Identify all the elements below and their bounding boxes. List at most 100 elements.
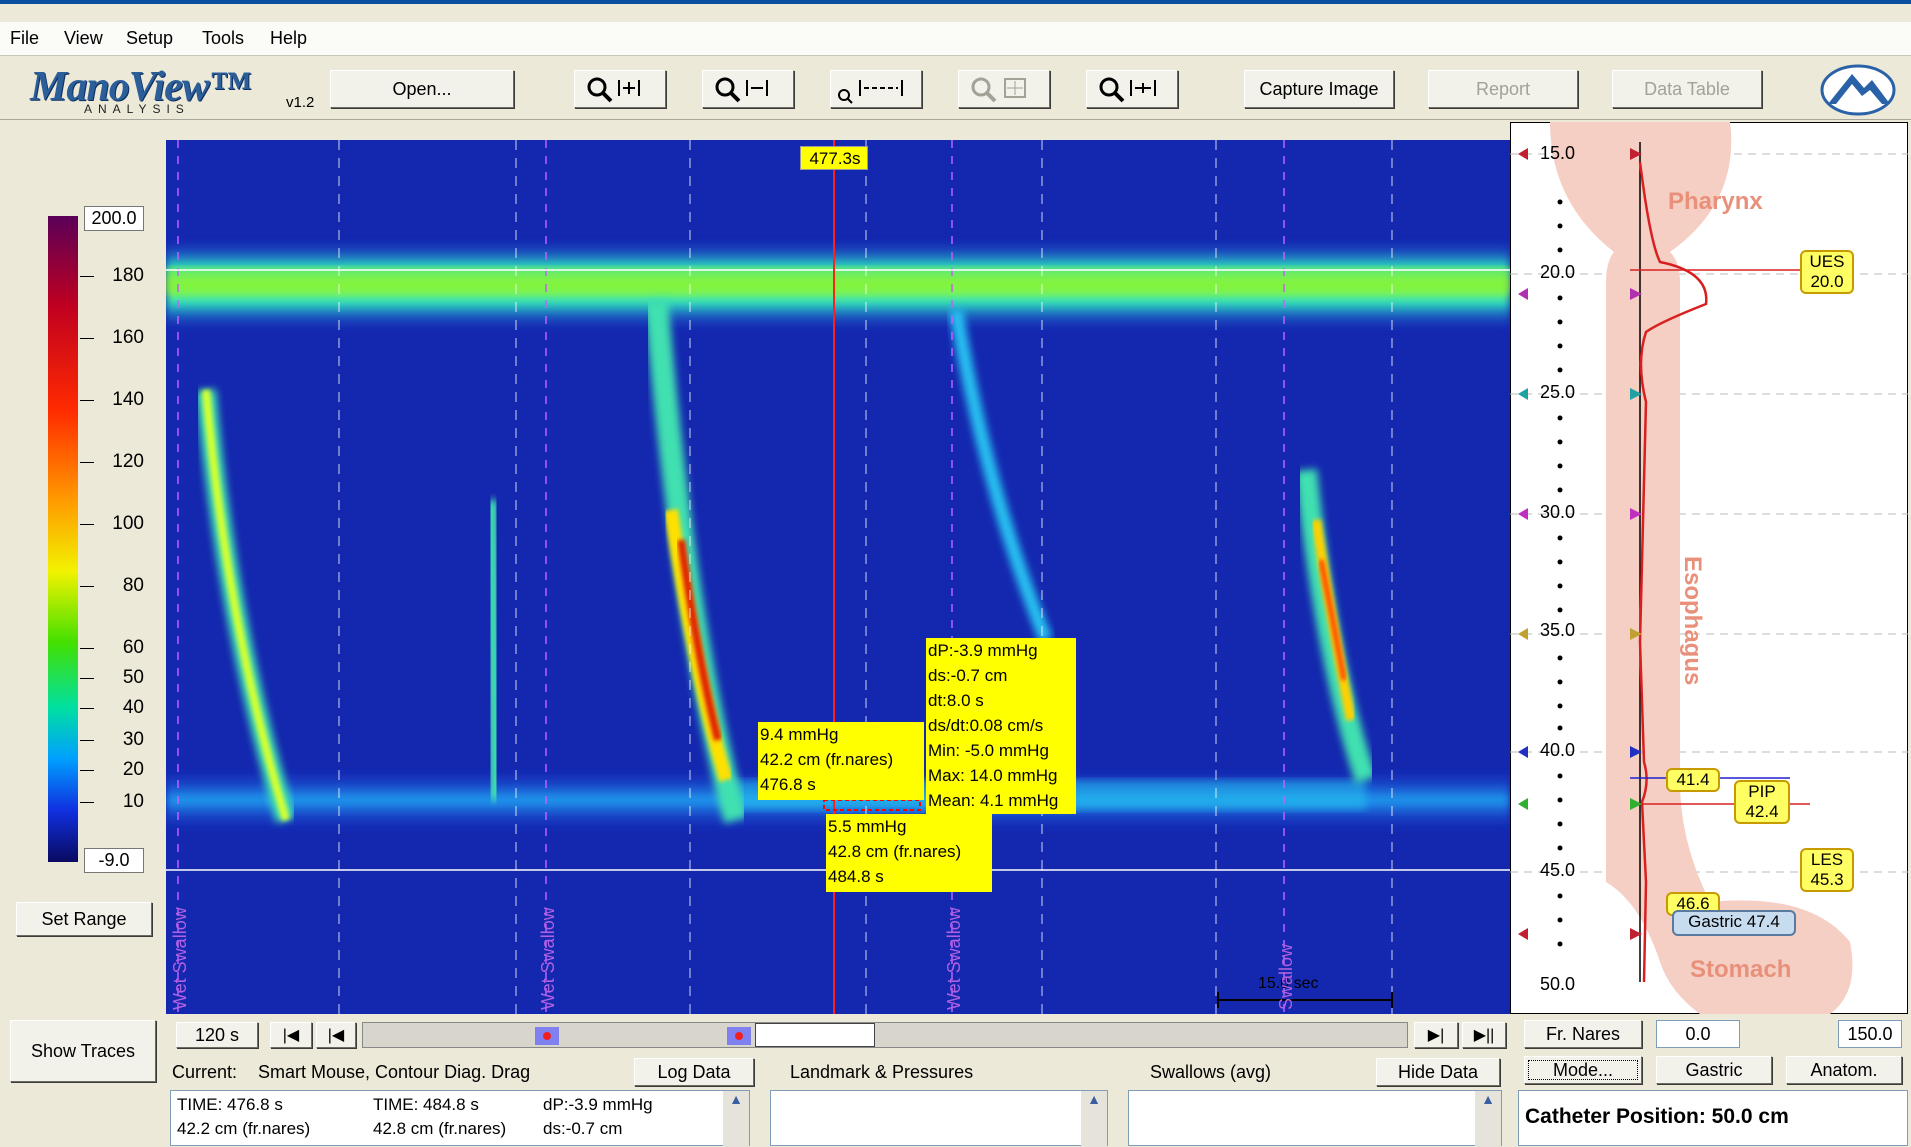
open-button[interactable]: Open...: [330, 70, 514, 108]
menu-file[interactable]: File: [10, 28, 39, 49]
timeline-marker-dot: [543, 1032, 551, 1040]
menu-tools[interactable]: Tools: [202, 28, 244, 49]
hide-data-button[interactable]: Hide Data: [1376, 1058, 1500, 1086]
timeline-marker[interactable]: [535, 1027, 559, 1045]
depth-label: 15.0: [1540, 143, 1576, 163]
colorbar-tick-label: 50: [122, 667, 144, 688]
current-label: Current:: [172, 1062, 238, 1082]
landmark-scrollbar[interactable]: ▲: [1081, 1091, 1107, 1147]
range-max-field[interactable]: 200.0: [84, 206, 144, 231]
log-data-box[interactable]: TIME: 476.8 s TIME: 484.8 s dP:-3.9 mmHg…: [170, 1090, 750, 1147]
colorbar-tick-label: 40: [122, 697, 144, 718]
fr-nares-max-field[interactable]: 150.0: [1838, 1020, 1902, 1048]
step-back-button[interactable]: |◀: [316, 1022, 356, 1048]
cursor-time-label: 477.3s: [800, 146, 868, 170]
stomach-label: Stomach: [1690, 956, 1792, 983]
timeline-marker[interactable]: [727, 1027, 751, 1045]
jump-start-icon: |◀: [282, 1027, 300, 1044]
measurement-start-time: 476.8 s: [760, 775, 816, 794]
measurement-delta-box: dP:-3.9 mmHg ds:-0.7 cm dt:8.0 s ds/dt:0…: [926, 638, 1076, 814]
step-forward-button[interactable]: ▶|: [1414, 1022, 1458, 1048]
fr-nares-button[interactable]: Fr. Nares: [1524, 1020, 1642, 1048]
log-row-ds: ds:-0.7 cm: [543, 1119, 623, 1138]
colorbar-tick-label: 10: [122, 791, 144, 812]
landmark-pressures-label: Landmark & Pressures: [790, 1062, 974, 1082]
play-button[interactable]: ▶||: [1462, 1022, 1506, 1048]
jump-start-button[interactable]: |◀: [270, 1022, 312, 1048]
scroll-up-icon: ▲: [1087, 1091, 1101, 1107]
mode-button[interactable]: Mode...: [1524, 1056, 1642, 1084]
delta-distance: ds:-0.7 cm: [928, 666, 1008, 685]
delta-min: Min: -5.0 mmHg: [928, 741, 1049, 760]
swallows-box[interactable]: ▲: [1128, 1090, 1502, 1147]
log-row-depth-end: 42.8 cm (fr.nares): [373, 1119, 507, 1138]
capture-image-button[interactable]: Capture Image: [1244, 70, 1394, 108]
current-mode: Smart Mouse, Contour Diag. Drag: [258, 1062, 531, 1082]
colorbar-tick-label: 30: [122, 729, 144, 750]
colorbar-tick-label: 80: [122, 575, 144, 596]
swallow-label: Swallow: [1276, 943, 1296, 1010]
swallow-label: Wet Swallow: [170, 907, 190, 1010]
zoom-reset-icon: [1099, 77, 1156, 103]
window-size-button[interactable]: 120 s: [176, 1022, 258, 1048]
delta-pressure: dP:-3.9 mmHg: [928, 641, 1038, 660]
report-button[interactable]: Report: [1428, 70, 1578, 108]
measurement-start-depth: 42.2 cm (fr.nares): [760, 750, 894, 769]
zoom-box-button[interactable]: [958, 70, 1050, 108]
fr-nares-value-field[interactable]: 0.0: [1656, 1020, 1740, 1048]
catheter-position-text: Catheter Position: 50.0 cm: [1525, 1105, 1789, 1128]
colorbar-tick-label: 120: [112, 451, 144, 472]
measurement-start-box: 9.4 mmHg 42.2 cm (fr.nares) 476.8 s: [758, 722, 924, 800]
gastric-tag[interactable]: Gastric 47.4: [1672, 910, 1796, 936]
swallows-scrollbar[interactable]: ▲: [1475, 1091, 1501, 1147]
colorbar-tick-label: 20: [122, 759, 144, 780]
zoom-in-time-icon: [587, 77, 640, 103]
delta-max: Max: 14.0 mmHg: [928, 766, 1058, 785]
range-min-field[interactable]: -9.0: [84, 848, 144, 873]
pip-tag-value: 42.4: [1745, 802, 1779, 821]
gastric-button[interactable]: Gastric: [1656, 1056, 1772, 1084]
log-row-depth-start: 42.2 cm (fr.nares): [177, 1119, 311, 1138]
timeline-scrollbar[interactable]: [362, 1022, 1408, 1048]
pressure-tag-414[interactable]: 41.4: [1666, 768, 1720, 792]
swallow-label: Wet Swallow: [538, 907, 558, 1010]
measurement-end-pressure: 5.5 mmHg: [828, 817, 907, 836]
landmark-pressures-box[interactable]: ▲: [770, 1090, 1108, 1147]
measurement-end-time: 484.8 s: [828, 867, 884, 886]
zoom-in-time-button[interactable]: [574, 70, 666, 108]
pip-tag[interactable]: PIP 42.4: [1734, 780, 1790, 824]
zoom-fit-button[interactable]: [830, 70, 922, 108]
ues-tag[interactable]: UES 20.0: [1800, 250, 1854, 294]
les-tag-label: LES: [1810, 850, 1844, 869]
zoom-out-time-button[interactable]: [702, 70, 794, 108]
les-tag[interactable]: LES 45.3: [1800, 848, 1854, 892]
ues-tag-label: UES: [1809, 252, 1845, 271]
timeline-thumb[interactable]: [755, 1023, 875, 1047]
zoom-reset-button[interactable]: [1086, 70, 1178, 108]
app-logo-subtitle: ANALYSIS: [84, 102, 190, 116]
colorbar-tick-label: 140: [112, 389, 144, 410]
pip-tag-label: PIP: [1748, 782, 1776, 801]
menu-help[interactable]: Help: [270, 28, 307, 49]
measurement-end-depth: 42.8 cm (fr.nares): [828, 842, 962, 861]
log-data-button[interactable]: Log Data: [634, 1058, 754, 1086]
depth-label: 50.0: [1540, 974, 1576, 994]
data-table-button[interactable]: Data Table: [1612, 70, 1762, 108]
anatom-button[interactable]: Anatom.: [1786, 1056, 1902, 1084]
depth-label: 40.0: [1540, 740, 1576, 760]
depth-label: 30.0: [1540, 502, 1576, 522]
show-traces-button[interactable]: Show Traces: [10, 1020, 156, 1082]
measurement-end-box: 5.5 mmHg 42.8 cm (fr.nares) 484.8 s: [826, 814, 992, 892]
les-tag-value: 45.3: [1810, 870, 1844, 889]
set-range-button[interactable]: Set Range: [16, 902, 152, 936]
delta-mean: Mean: 4.1 mmHg: [928, 791, 1059, 810]
colorbar-tick-label: 60: [122, 637, 144, 658]
menu-setup[interactable]: Setup: [126, 28, 173, 49]
window-top-border: [0, 0, 1911, 4]
step-back-icon: |◀: [327, 1027, 345, 1044]
app-version: v1.2: [286, 94, 315, 111]
log-scrollbar[interactable]: ▲: [723, 1091, 749, 1147]
zoom-out-time-icon: [715, 77, 768, 103]
esophagus-label: Esophagus: [1679, 556, 1706, 686]
menu-view[interactable]: View: [64, 28, 103, 49]
